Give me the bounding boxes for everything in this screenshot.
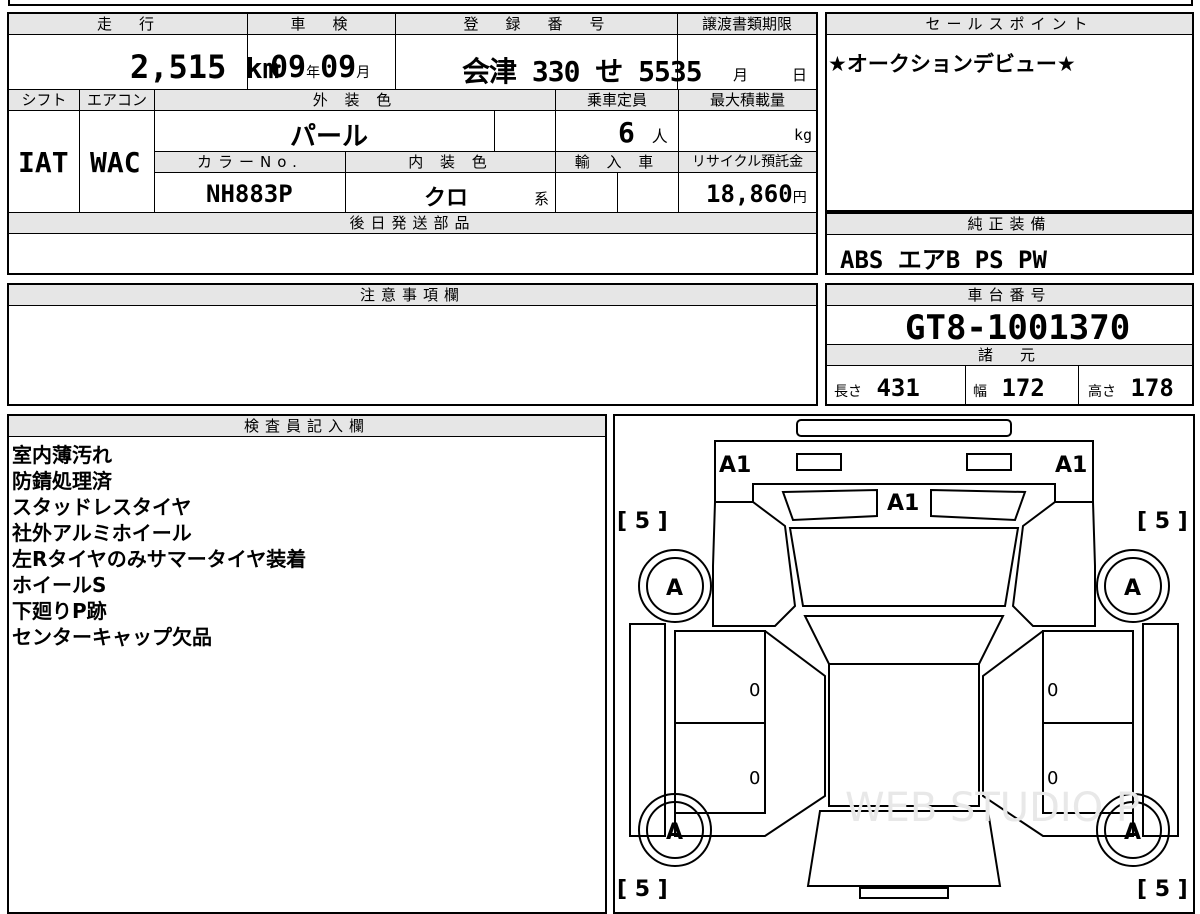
right-side-sill — [1142, 623, 1179, 837]
tread-fl: [ 5 ] — [617, 509, 668, 534]
genuine-equipment-value: ABS エアB PS PW — [840, 246, 1047, 274]
windshield — [803, 615, 1005, 665]
hood-right-panel — [930, 488, 1027, 522]
registration-value: 会津 330 せ 5535 — [462, 55, 703, 88]
interior-color-value: クロ — [424, 186, 469, 211]
tread-fr: [ 5 ] — [1137, 509, 1188, 534]
top-strip — [8, 0, 1193, 6]
genuine-equipment-label: 純正装備 — [827, 214, 1192, 235]
damage-code-a1-right: A1 — [1055, 453, 1087, 478]
shift-value: IAT — [18, 146, 69, 179]
door-code-lr: 0 — [749, 768, 760, 789]
interior-color-label: 内 装 色 — [346, 152, 555, 173]
inspector-note: 防錆処理済 — [12, 469, 112, 493]
capacity-label: 乗車定員 — [556, 90, 678, 111]
damage-code-a1-left: A1 — [719, 453, 751, 478]
max-load-unit: kg — [794, 126, 813, 144]
left-side-sill — [629, 623, 666, 837]
left-side-body — [674, 630, 826, 837]
left-headlight — [796, 453, 842, 471]
color-no-value: NH883P — [206, 180, 293, 208]
car-diagram: A1 A1 A1 A A A A [ 5 ] [ 5 ] [ 5 ] [ 5 ]… — [617, 419, 1188, 900]
capacity-value: 6 人 — [618, 116, 668, 149]
exterior-color-label: 外 装 色 — [155, 90, 555, 111]
mileage-value: 2,515 km — [130, 48, 280, 86]
sales-point-label: セールスポイント — [827, 14, 1192, 35]
later-parts-label: 後日発送部品 — [9, 213, 816, 234]
hood-left-panel — [781, 488, 878, 522]
tread-rl: [ 5 ] — [617, 877, 668, 900]
right-front-fender — [1011, 501, 1096, 627]
inspector-note: 左Rタイヤのみサマータイヤ装着 — [12, 547, 307, 571]
spec-height: 高さ 178 — [1088, 374, 1174, 402]
recycle-value: 18,860円 — [706, 180, 807, 208]
inspector-note: スタッドレスタイヤ — [12, 495, 192, 519]
hood — [788, 527, 1020, 607]
inspector-label: 検査員記入欄 — [9, 416, 605, 437]
tire-code-rl: A — [666, 820, 683, 845]
watermark: WEB STUDIO P — [845, 785, 1140, 831]
front-bumper — [796, 419, 1012, 437]
door-code-rf: 0 — [1047, 680, 1058, 701]
tread-rr: [ 5 ] — [1137, 877, 1188, 900]
caution-label: 注意事項欄 — [9, 285, 816, 306]
inspection-value: 09年09月 — [270, 50, 371, 85]
max-load-label: 最大積載量 — [679, 90, 816, 111]
damage-code-a1-center: A1 — [887, 491, 919, 516]
color-no-label: カラーNo. — [155, 152, 345, 173]
spec-length: 長さ 431 — [834, 374, 920, 402]
inspector-note: 社外アルミホイール — [12, 521, 192, 545]
sales-point-box — [825, 12, 1194, 212]
registration-label: 登 録 番 号 — [396, 14, 678, 35]
transfer-deadline-day: 日 — [792, 66, 808, 84]
mileage-label: 走 行 — [9, 14, 248, 35]
aircon-value: WAC — [90, 146, 141, 179]
left-front-door — [674, 630, 766, 724]
chassis-label: 車台番号 — [827, 285, 1192, 306]
tire-code-fl: A — [666, 576, 683, 601]
specs-label: 諸 元 — [827, 345, 1192, 366]
inspector-notes: 室内薄汚れ 防錆処理済 スタッドレスタイヤ 社外アルミホイール 左Rタイヤのみサ… — [12, 442, 306, 650]
tire-code-fr: A — [1124, 576, 1141, 601]
chassis-value: GT8-1001370 — [905, 308, 1131, 348]
right-headlight — [966, 453, 1012, 471]
inspection-label: 車 検 — [248, 14, 396, 35]
inspector-note: 下廻りP跡 — [12, 599, 107, 623]
sales-point-text: ★オークションデビュー★ — [828, 52, 1076, 76]
import-label: 輸 入 車 — [556, 152, 678, 173]
right-front-door — [1042, 630, 1134, 724]
aircon-label: エアコン — [80, 90, 154, 111]
interior-color-unit: 系 — [534, 190, 550, 208]
transfer-deadline-label: 譲渡書類期限 — [678, 14, 816, 35]
inspector-note: ホイールS — [12, 573, 107, 597]
door-code-lf: 0 — [749, 680, 760, 701]
spec-width: 幅 172 — [973, 374, 1045, 402]
shift-label: シフト — [9, 90, 79, 111]
rear-bumper — [859, 887, 949, 899]
left-front-fender — [712, 501, 797, 627]
recycle-label: リサイクル預託金 — [679, 152, 816, 173]
exterior-color-value: パール — [290, 122, 369, 152]
inspector-note: センターキャップ欠品 — [12, 625, 212, 649]
transfer-deadline-month: 月 — [733, 66, 749, 84]
inspector-note: 室内薄汚れ — [12, 443, 112, 467]
